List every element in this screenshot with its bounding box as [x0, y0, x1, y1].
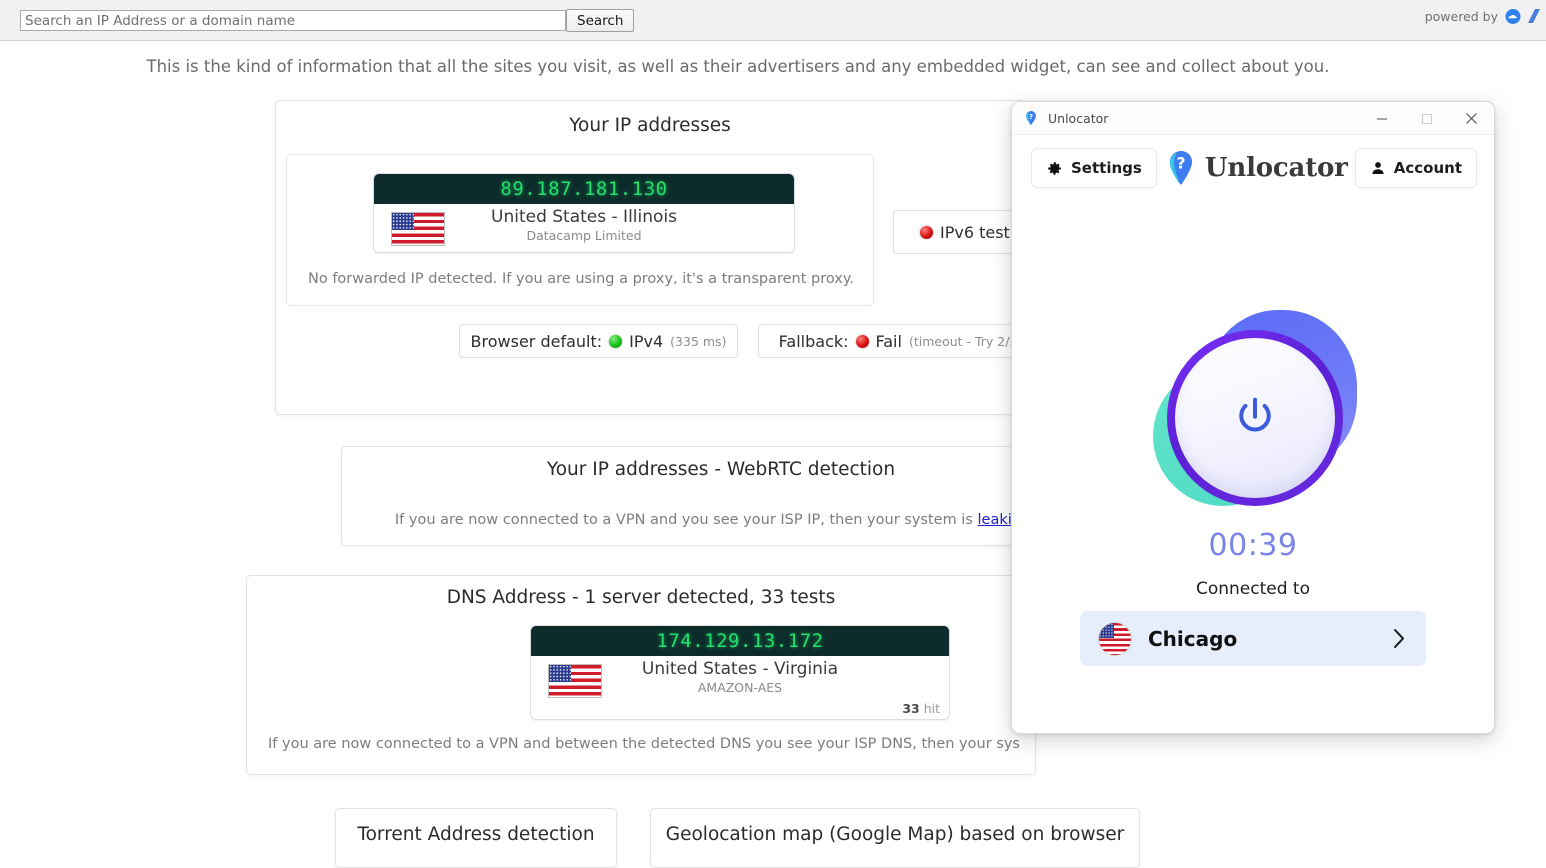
browser-search-toolbar: Search powered by: [0, 0, 1546, 41]
fallback-detail: (timeout - Try 2/3): [908, 333, 1023, 349]
close-button[interactable]: [1449, 102, 1494, 135]
window-title-label: Unlocator: [1048, 110, 1109, 126]
window-titlebar[interactable]: ? Unlocator: [1012, 102, 1494, 135]
chevron-right-icon: [1394, 629, 1404, 648]
unlocator-pin-icon: ?: [1026, 111, 1036, 126]
fallback-status-dot: [855, 334, 869, 348]
dns-hit-number: 33: [902, 701, 920, 716]
app-header: Settings ? Unlocator Account: [1012, 135, 1494, 201]
user-icon: [1372, 162, 1384, 174]
search-input[interactable]: [20, 10, 566, 31]
page-title-geolocation: Geolocation map (Google Map) based on br…: [665, 824, 1125, 845]
account-button[interactable]: Account: [1354, 148, 1477, 188]
close-icon: [1466, 113, 1477, 124]
dns-meta: United States - Virginia AMAZON-AES 33 h…: [531, 656, 949, 719]
gear-icon: [1048, 161, 1061, 175]
dns-hit-count: 33 hit: [902, 701, 940, 716]
power-button[interactable]: [1151, 306, 1359, 520]
window-controls: [1359, 102, 1494, 135]
geolocation-map-card: Geolocation map (Google Map) based on br…: [650, 808, 1140, 868]
browser-default-latency: (335 ms): [670, 333, 727, 349]
svg-text:?: ?: [1029, 113, 1033, 121]
location-name: Chicago: [1148, 626, 1238, 651]
page-title-your-ip: Your IP addresses: [569, 115, 731, 136]
dns-note: If you are now connected to a VPN and be…: [268, 736, 1020, 752]
power-icon: [1239, 397, 1271, 432]
fallback-label: Fallback:: [778, 331, 849, 351]
dns-ip-value: 174.129.13.172: [531, 626, 949, 656]
settings-label: Settings: [1071, 159, 1142, 177]
fallback-pill[interactable]: Fallback: Fail (timeout - Try 2/3): [758, 324, 1043, 358]
us-flag-circle-icon: [1098, 621, 1132, 656]
your-ip-addresses-card: Your IP addresses 89.187.181.130 United …: [275, 100, 1103, 415]
webrtc-note-text: If you are now connected to a VPN and yo…: [394, 512, 978, 528]
search-button[interactable]: Search: [566, 9, 635, 32]
browser-default-status-dot: [609, 334, 623, 348]
power-ring: [1167, 330, 1343, 506]
unlocator-pin-icon: ?: [1169, 151, 1192, 185]
us-flag-icon: [391, 212, 445, 246]
minimize-button[interactable]: [1359, 102, 1404, 135]
connection-timer: 00:39: [1208, 528, 1298, 563]
ip-result-box: 89.187.181.130 United States - Illinois …: [373, 173, 795, 253]
webrtc-detection-card: Your IP addresses - WebRTC detection If …: [341, 446, 1101, 546]
ipv6-test-label: IPv6 test: [940, 222, 1010, 242]
partial-logo-icon: [1528, 9, 1540, 23]
ipv6-status-dot: [920, 225, 933, 239]
fallback-value: Fail: [875, 331, 902, 351]
maximize-button[interactable]: [1404, 102, 1449, 135]
browser-default-value: IPv4: [629, 331, 664, 351]
brand-name: Unlocator: [1204, 153, 1348, 183]
us-flag-icon: [548, 664, 602, 698]
browser-default-pill[interactable]: Browser default: IPv4 (335 ms): [459, 324, 738, 358]
ip-inner-panel: 89.187.181.130 United States - Illinois …: [286, 154, 874, 306]
torrent-address-card: Torrent Address detection: [335, 808, 617, 868]
selected-location-button[interactable]: Chicago: [1080, 611, 1426, 666]
page-title-webrtc: Your IP addresses - WebRTC detection: [546, 459, 896, 480]
svg-text:?: ?: [1176, 154, 1185, 172]
page-intro-text: This is the kind of information that all…: [146, 57, 1330, 76]
account-label: Account: [1393, 159, 1462, 177]
ip-meta: United States - Illinois Datacamp Limite…: [374, 204, 794, 252]
unlocator-brand: ? Unlocator: [1164, 149, 1348, 187]
forwarded-ip-note: No forwarded IP detected. If you are usi…: [308, 271, 854, 287]
dns-hit-label: hit: [923, 701, 940, 716]
dns-result-box: 174.129.13.172 United States - Virginia …: [530, 625, 950, 720]
page-title-torrent: Torrent Address detection: [357, 824, 595, 845]
cloud-icon: [1505, 9, 1521, 24]
settings-button[interactable]: Settings: [1031, 148, 1157, 188]
powered-by: powered by: [1425, 9, 1540, 24]
webrtc-note: If you are now connected to a VPN and yo…: [352, 512, 1092, 528]
power-ring-inner: [1175, 338, 1335, 498]
browser-default-label: Browser default:: [470, 331, 603, 351]
minimize-icon: [1376, 117, 1387, 120]
page-title-dns: DNS Address - 1 server detected, 33 test…: [446, 587, 836, 608]
detected-ip-value: 89.187.181.130: [374, 174, 794, 204]
connected-to-label: Connected to: [1195, 579, 1310, 599]
dns-address-card: DNS Address - 1 server detected, 33 test…: [246, 575, 1036, 775]
maximize-icon: [1421, 113, 1432, 124]
powered-by-label: powered by: [1424, 9, 1498, 24]
